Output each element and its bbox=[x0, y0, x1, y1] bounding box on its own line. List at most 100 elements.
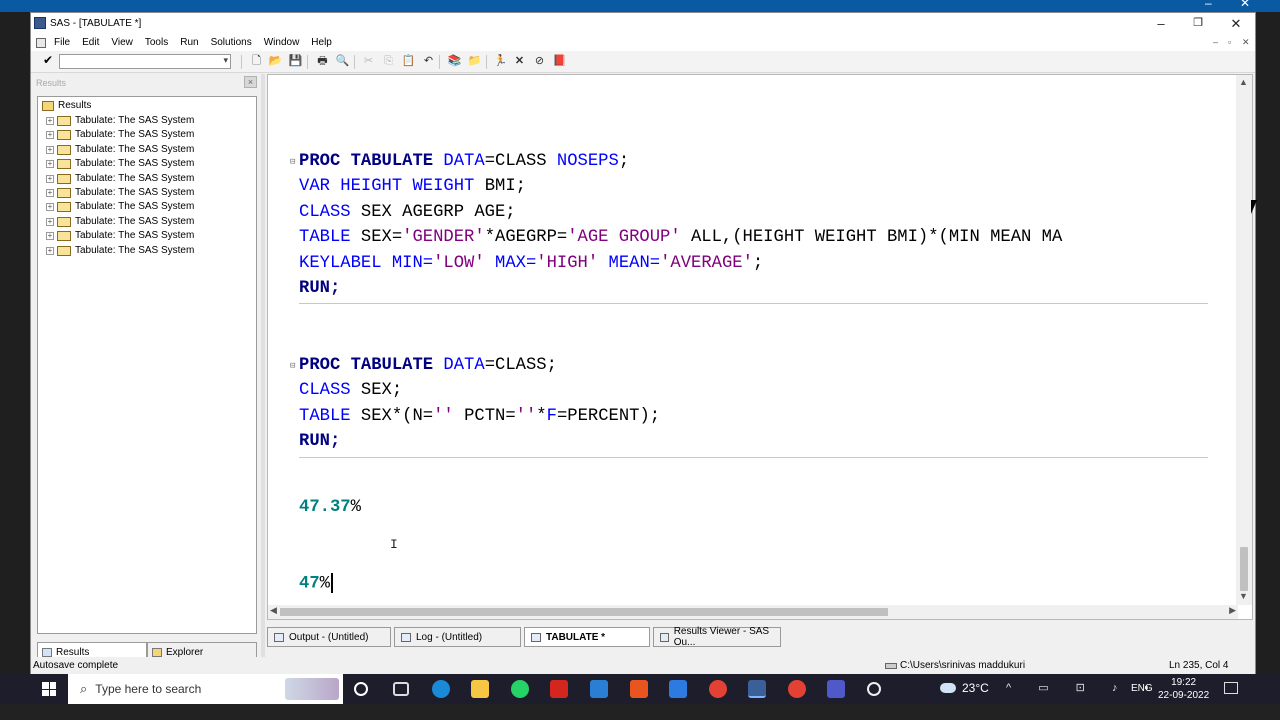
paste-icon[interactable]: 📋 bbox=[401, 54, 416, 69]
tab-results-viewer[interactable]: Results Viewer - SAS Ou... bbox=[653, 626, 781, 648]
minimize-button[interactable]: – bbox=[1153, 16, 1169, 31]
browser-close-icon[interactable]: ✕ bbox=[1240, 0, 1250, 9]
windows-start-icon[interactable] bbox=[42, 682, 56, 696]
notification-icon[interactable] bbox=[1224, 682, 1238, 694]
vertical-scroll-thumb[interactable] bbox=[1240, 547, 1248, 591]
program-editor[interactable]: ⊟ PROC TABULATE DATA=CLASS NOSEPS; VAR H… bbox=[267, 74, 1253, 620]
chrome-icon[interactable] bbox=[709, 680, 727, 698]
new-icon[interactable]: 🗋 bbox=[249, 54, 264, 69]
mdi-minimize-button[interactable]: – bbox=[1213, 37, 1218, 47]
whatsapp-icon[interactable] bbox=[511, 680, 529, 698]
mail-icon[interactable] bbox=[590, 680, 608, 698]
tree-root-label: Results bbox=[58, 100, 92, 111]
office-icon[interactable] bbox=[630, 680, 648, 698]
horizontal-scroll-thumb[interactable] bbox=[280, 608, 888, 616]
output-line: 47.37% bbox=[299, 498, 361, 517]
tree-root[interactable]: Results bbox=[42, 100, 91, 111]
task-view-icon[interactable] bbox=[393, 682, 409, 696]
menu-help[interactable]: Help bbox=[311, 37, 332, 48]
tree-item[interactable]: + Tabulate: The SAS System bbox=[46, 216, 194, 227]
store-icon[interactable] bbox=[669, 680, 687, 698]
explorer-icon[interactable]: 📁 bbox=[467, 54, 482, 69]
tab-log[interactable]: Log - (Untitled) bbox=[394, 627, 521, 647]
tree-item[interactable]: + Tabulate: The SAS System bbox=[46, 115, 194, 126]
break-icon[interactable]: ⊘ bbox=[532, 54, 547, 69]
menu-run[interactable]: Run bbox=[180, 37, 198, 48]
expand-icon[interactable]: + bbox=[46, 202, 54, 211]
cut-icon[interactable]: ✂ bbox=[361, 54, 376, 69]
tab-output[interactable]: Output - (Untitled) bbox=[267, 627, 391, 647]
vertical-scrollbar[interactable]: ▲ ▼ bbox=[1236, 75, 1252, 605]
expand-icon[interactable]: + bbox=[46, 116, 54, 125]
copy-icon[interactable]: ⎘ bbox=[381, 54, 396, 69]
check-icon[interactable]: ✔ bbox=[43, 53, 53, 67]
open-icon[interactable]: 📂 bbox=[268, 54, 283, 69]
scroll-down-icon[interactable]: ▼ bbox=[1239, 591, 1248, 601]
browser-minimize-icon[interactable]: – bbox=[1205, 0, 1212, 9]
tree-item[interactable]: + Tabulate: The SAS System bbox=[46, 173, 194, 184]
tree-item[interactable]: + Tabulate: The SAS System bbox=[46, 187, 194, 198]
expand-icon[interactable]: + bbox=[46, 217, 54, 226]
libraries-icon[interactable]: 📚 bbox=[447, 54, 462, 69]
scroll-left-icon[interactable]: ◀ bbox=[270, 605, 277, 616]
chevron-down-icon[interactable]: ▾ bbox=[223, 55, 228, 66]
menu-solutions[interactable]: Solutions bbox=[211, 37, 252, 48]
title-bar[interactable]: SAS - [TABULATE *] – ❐ ✕ bbox=[31, 13, 1255, 35]
chrome-profile-icon[interactable] bbox=[788, 680, 806, 698]
horizontal-scrollbar[interactable]: ◀ ▶ bbox=[268, 605, 1238, 619]
status-message: Autosave complete bbox=[33, 660, 119, 671]
expand-icon[interactable]: + bbox=[46, 130, 54, 139]
expand-icon[interactable]: + bbox=[46, 188, 54, 197]
edge-icon[interactable] bbox=[432, 680, 450, 698]
code-area[interactable]: ⊟ PROC TABULATE DATA=CLASS NOSEPS; VAR H… bbox=[268, 75, 1208, 605]
tree-item[interactable]: + Tabulate: The SAS System bbox=[46, 158, 194, 169]
tree-item[interactable]: + Tabulate: The SAS System bbox=[46, 129, 194, 140]
file-explorer-icon[interactable] bbox=[471, 680, 489, 698]
scroll-right-icon[interactable]: ▶ bbox=[1229, 605, 1236, 616]
mdi-restore-button[interactable]: ▫ bbox=[1228, 37, 1231, 47]
document-icon[interactable] bbox=[36, 38, 46, 48]
tree-item[interactable]: + Tabulate: The SAS System bbox=[46, 144, 194, 155]
menu-edit[interactable]: Edit bbox=[82, 37, 99, 48]
acrobat-icon[interactable] bbox=[550, 680, 568, 698]
pane-splitter[interactable] bbox=[261, 74, 265, 668]
settings-gear-icon[interactable] bbox=[867, 682, 881, 696]
tab-tabulate[interactable]: TABULATE * bbox=[524, 627, 650, 647]
fold-icon[interactable]: ⊟ bbox=[290, 157, 295, 167]
tree-item[interactable]: + Tabulate: The SAS System bbox=[46, 230, 194, 241]
sas-taskbar-icon[interactable] bbox=[748, 680, 766, 698]
weather-widget[interactable]: 23°C bbox=[940, 681, 989, 695]
save-icon[interactable]: 💾 bbox=[288, 54, 303, 69]
run-icon[interactable]: 🏃 bbox=[493, 54, 508, 69]
input-language[interactable]: ENG bbox=[1131, 683, 1153, 694]
tree-item[interactable]: + Tabulate: The SAS System bbox=[46, 201, 194, 212]
menu-window[interactable]: Window bbox=[264, 37, 300, 48]
tree-item[interactable]: + Tabulate: The SAS System bbox=[46, 245, 194, 256]
current-folder[interactable]: C:\Users\srinivas maddukuri bbox=[885, 660, 1025, 671]
text-cursor-icon: I bbox=[390, 537, 398, 552]
undo-icon[interactable]: ↶ bbox=[421, 54, 436, 69]
expand-icon[interactable]: + bbox=[46, 174, 54, 183]
expand-icon[interactable]: + bbox=[46, 145, 54, 154]
taskbar-search[interactable]: ⌕ Type here to search bbox=[68, 674, 343, 704]
help-icon[interactable]: 📕 bbox=[552, 54, 567, 69]
close-pane-icon[interactable]: × bbox=[244, 76, 257, 88]
command-box[interactable]: ▾ bbox=[59, 54, 231, 69]
expand-icon[interactable]: + bbox=[46, 246, 54, 255]
cortana-icon[interactable] bbox=[354, 682, 368, 696]
close-button[interactable]: ✕ bbox=[1228, 16, 1244, 32]
scroll-up-icon[interactable]: ▲ bbox=[1239, 77, 1248, 87]
print-preview-icon[interactable]: 🔍 bbox=[335, 54, 350, 69]
menu-file[interactable]: File bbox=[54, 37, 70, 48]
print-icon[interactable]: 🖶 bbox=[315, 54, 330, 69]
menu-view[interactable]: View bbox=[111, 37, 133, 48]
taskbar-clock[interactable]: 19:22 22-09-2022 bbox=[1158, 676, 1209, 702]
fold-icon[interactable]: ⊟ bbox=[290, 361, 295, 371]
mdi-close-button[interactable]: ✕ bbox=[1242, 37, 1250, 48]
expand-icon[interactable]: + bbox=[46, 231, 54, 240]
clear-icon[interactable]: ✕ bbox=[512, 54, 527, 69]
restore-button[interactable]: ❐ bbox=[1190, 16, 1206, 29]
expand-icon[interactable]: + bbox=[46, 159, 54, 168]
menu-tools[interactable]: Tools bbox=[145, 37, 168, 48]
teams-icon[interactable] bbox=[827, 680, 845, 698]
